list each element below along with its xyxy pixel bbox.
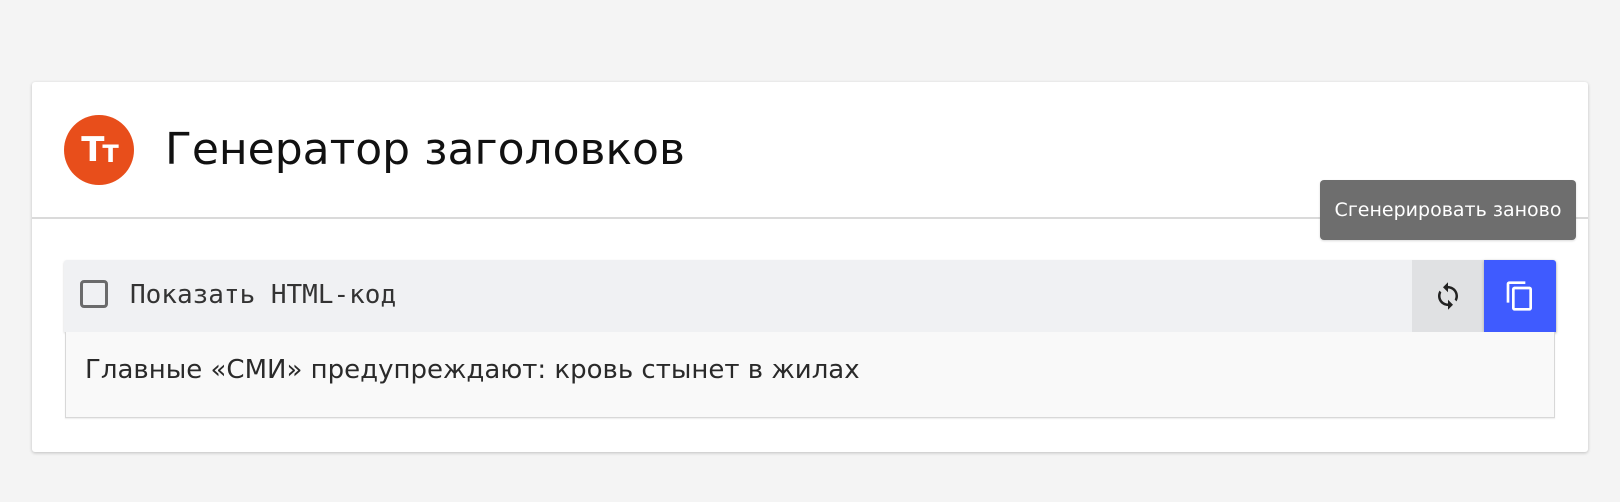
regenerate-tooltip: Сгенерировать заново [1320, 180, 1576, 240]
app-logo: TT [64, 115, 134, 185]
result-panel: Главные «СМИ» предупреждают: кровь стыне… [65, 332, 1555, 418]
logo-letter-big: T [81, 130, 104, 170]
copy-icon [1506, 281, 1532, 311]
page-title: Генератор заголовков [165, 124, 685, 175]
logo-letter-small: T [102, 140, 118, 168]
result-toolbar: Показать HTML-код [64, 260, 1556, 332]
show-html-label[interactable]: Показать HTML-код [130, 278, 396, 312]
generator-card: TT Генератор заголовков Показать HTML-ко… [32, 82, 1588, 452]
refresh-icon [1438, 282, 1458, 310]
regenerate-button[interactable] [1412, 260, 1484, 332]
generated-headline: Главные «СМИ» предупреждают: кровь стыне… [85, 355, 860, 385]
show-html-checkbox[interactable] [80, 280, 108, 308]
copy-button[interactable] [1484, 260, 1556, 332]
